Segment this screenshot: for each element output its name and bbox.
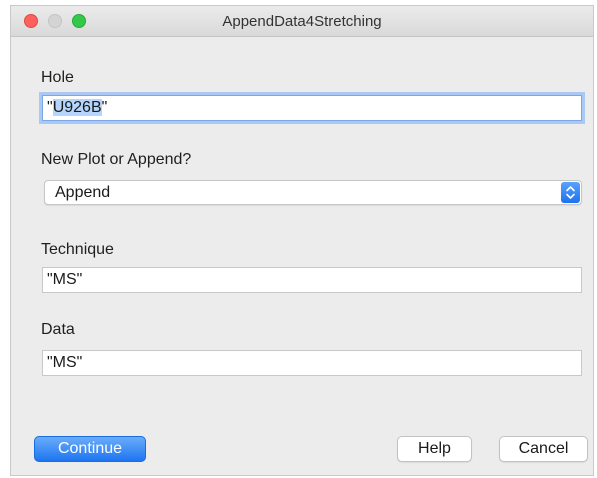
select-arrows-icon xyxy=(561,182,580,203)
cancel-button[interactable]: Cancel xyxy=(499,436,588,462)
dialog-window: AppendData4Stretching Hole "U926B" New P… xyxy=(10,5,594,476)
hole-label: Hole xyxy=(41,69,74,86)
window-title: AppendData4Stretching xyxy=(222,13,382,30)
mode-select-value: Append xyxy=(55,184,111,201)
help-button[interactable]: Help xyxy=(397,436,472,462)
continue-button[interactable]: Continue xyxy=(34,436,146,462)
hole-input[interactable]: "U926B" xyxy=(42,95,582,121)
hole-selected-text: U926B xyxy=(52,99,102,116)
technique-label: Technique xyxy=(41,241,114,258)
technique-input[interactable]: "MS" xyxy=(42,267,582,293)
mode-label: New Plot or Append? xyxy=(41,151,192,168)
hole-quote-open: " xyxy=(47,99,53,116)
data-label: Data xyxy=(41,321,75,338)
title-bar[interactable]: AppendData4Stretching xyxy=(11,6,593,37)
hole-quote-close: " xyxy=(101,99,108,116)
data-input[interactable]: "MS" xyxy=(42,350,582,376)
mode-select[interactable]: Append xyxy=(44,180,582,205)
